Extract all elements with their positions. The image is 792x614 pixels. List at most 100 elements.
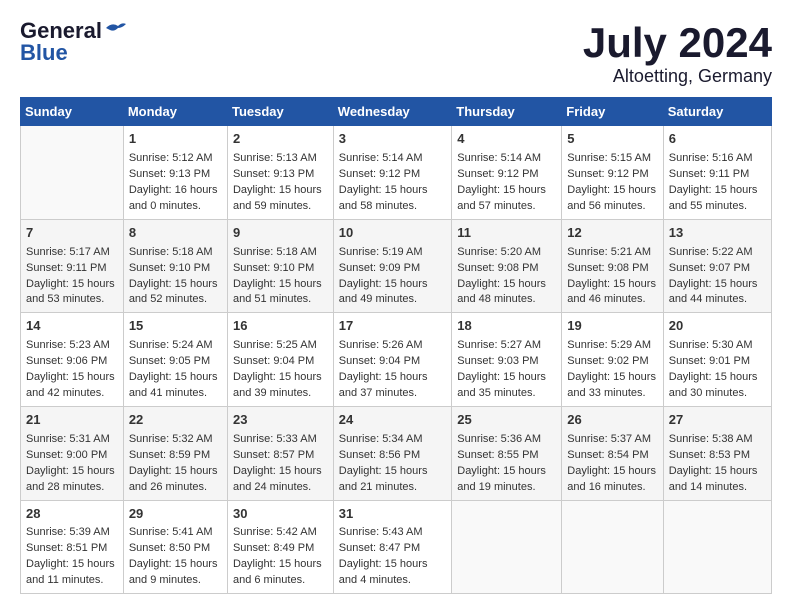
- day-number: 31: [339, 505, 446, 524]
- day-number: 8: [129, 224, 222, 243]
- calendar-cell: [663, 500, 771, 594]
- day-number: 19: [567, 317, 657, 336]
- sunrise-text: Sunrise: 5:32 AM: [129, 432, 222, 448]
- daylight-text: Daylight: 15 hours and 16 minutes.: [567, 464, 657, 496]
- daylight-text: Daylight: 15 hours and 11 minutes.: [26, 557, 118, 589]
- calendar-cell: 14Sunrise: 5:23 AMSunset: 9:06 PMDayligh…: [21, 313, 124, 407]
- sunrise-text: Sunrise: 5:22 AM: [669, 245, 766, 261]
- daylight-text: Daylight: 15 hours and 30 minutes.: [669, 370, 766, 402]
- logo-blue-text: Blue: [20, 42, 68, 64]
- day-number: 6: [669, 130, 766, 149]
- header-tuesday: Tuesday: [227, 98, 333, 126]
- sunset-text: Sunset: 9:10 PM: [129, 261, 222, 277]
- day-number: 12: [567, 224, 657, 243]
- sunset-text: Sunset: 8:55 PM: [457, 448, 556, 464]
- day-number: 10: [339, 224, 446, 243]
- calendar-cell: 13Sunrise: 5:22 AMSunset: 9:07 PMDayligh…: [663, 219, 771, 313]
- sunrise-text: Sunrise: 5:37 AM: [567, 432, 657, 448]
- day-number: 1: [129, 130, 222, 149]
- calendar-cell: 25Sunrise: 5:36 AMSunset: 8:55 PMDayligh…: [452, 406, 562, 500]
- calendar-cell: 23Sunrise: 5:33 AMSunset: 8:57 PMDayligh…: [227, 406, 333, 500]
- calendar-week-row: 7Sunrise: 5:17 AMSunset: 9:11 PMDaylight…: [21, 219, 772, 313]
- calendar-cell: 29Sunrise: 5:41 AMSunset: 8:50 PMDayligh…: [123, 500, 227, 594]
- sunrise-text: Sunrise: 5:31 AM: [26, 432, 118, 448]
- daylight-text: Daylight: 15 hours and 37 minutes.: [339, 370, 446, 402]
- logo-general-text: General: [20, 20, 102, 42]
- calendar-cell: 15Sunrise: 5:24 AMSunset: 9:05 PMDayligh…: [123, 313, 227, 407]
- daylight-text: Daylight: 15 hours and 9 minutes.: [129, 557, 222, 589]
- calendar-cell: 28Sunrise: 5:39 AMSunset: 8:51 PMDayligh…: [21, 500, 124, 594]
- header-saturday: Saturday: [663, 98, 771, 126]
- calendar-cell: 18Sunrise: 5:27 AMSunset: 9:03 PMDayligh…: [452, 313, 562, 407]
- day-number: 3: [339, 130, 446, 149]
- sunset-text: Sunset: 8:59 PM: [129, 448, 222, 464]
- daylight-text: Daylight: 15 hours and 44 minutes.: [669, 277, 766, 309]
- day-number: 13: [669, 224, 766, 243]
- sunrise-text: Sunrise: 5:33 AM: [233, 432, 328, 448]
- daylight-text: Daylight: 15 hours and 59 minutes.: [233, 183, 328, 215]
- day-number: 29: [129, 505, 222, 524]
- calendar-cell: [562, 500, 663, 594]
- sunset-text: Sunset: 9:08 PM: [457, 261, 556, 277]
- sunset-text: Sunset: 9:13 PM: [233, 167, 328, 183]
- daylight-text: Daylight: 15 hours and 51 minutes.: [233, 277, 328, 309]
- calendar-cell: 6Sunrise: 5:16 AMSunset: 9:11 PMDaylight…: [663, 126, 771, 220]
- sunrise-text: Sunrise: 5:30 AM: [669, 338, 766, 354]
- calendar-cell: 16Sunrise: 5:25 AMSunset: 9:04 PMDayligh…: [227, 313, 333, 407]
- calendar-cell: 31Sunrise: 5:43 AMSunset: 8:47 PMDayligh…: [333, 500, 451, 594]
- calendar-cell: 22 Sunrise: 5:32 AMSunset: 8:59 PMDayligh…: [123, 406, 227, 500]
- daylight-text: Daylight: 15 hours and 49 minutes.: [339, 277, 446, 309]
- header-wednesday: Wednesday: [333, 98, 451, 126]
- header-friday: Friday: [562, 98, 663, 126]
- sunrise-text: Sunrise: 5:34 AM: [339, 432, 446, 448]
- calendar-cell: 21Sunrise: 5:31 AMSunset: 9:00 PMDayligh…: [21, 406, 124, 500]
- daylight-text: Daylight: 15 hours and 26 minutes.: [129, 464, 222, 496]
- sunset-text: Sunset: 9:12 PM: [567, 167, 657, 183]
- calendar-cell: 5Sunrise: 5:15 AMSunset: 9:12 PMDaylight…: [562, 126, 663, 220]
- header-sunday: Sunday: [21, 98, 124, 126]
- location-subtitle: Altoetting, Germany: [583, 66, 772, 87]
- day-number: 26: [567, 411, 657, 430]
- sunrise-text: Sunrise: 5:16 AM: [669, 151, 766, 167]
- daylight-text: Daylight: 15 hours and 52 minutes.: [129, 277, 222, 309]
- sunrise-text: Sunrise: 5:12 AM: [129, 151, 222, 167]
- title-block: July 2024 Altoetting, Germany: [583, 20, 772, 87]
- calendar-week-row: 21Sunrise: 5:31 AMSunset: 9:00 PMDayligh…: [21, 406, 772, 500]
- sunset-text: Sunset: 9:00 PM: [26, 448, 118, 464]
- calendar-cell: 2Sunrise: 5:13 AMSunset: 9:13 PMDaylight…: [227, 126, 333, 220]
- daylight-text: Daylight: 15 hours and 42 minutes.: [26, 370, 118, 402]
- sunrise-text: Sunrise: 5:15 AM: [567, 151, 657, 167]
- calendar-cell: 17Sunrise: 5:26 AMSunset: 9:04 PMDayligh…: [333, 313, 451, 407]
- daylight-text: Daylight: 15 hours and 53 minutes.: [26, 277, 118, 309]
- daylight-text: Daylight: 15 hours and 6 minutes.: [233, 557, 328, 589]
- daylight-text: Daylight: 15 hours and 28 minutes.: [26, 464, 118, 496]
- daylight-text: Daylight: 15 hours and 4 minutes.: [339, 557, 446, 589]
- day-number: 24: [339, 411, 446, 430]
- day-number: 27: [669, 411, 766, 430]
- sunrise-text: Sunrise: 5:18 AM: [129, 245, 222, 261]
- daylight-text: Daylight: 15 hours and 41 minutes.: [129, 370, 222, 402]
- calendar-cell: 20Sunrise: 5:30 AMSunset: 9:01 PMDayligh…: [663, 313, 771, 407]
- day-number: 7: [26, 224, 118, 243]
- day-number: 30: [233, 505, 328, 524]
- sunrise-text: Sunrise: 5:20 AM: [457, 245, 556, 261]
- sunrise-text: Sunrise: 5:23 AM: [26, 338, 118, 354]
- day-number: 22: [129, 411, 222, 430]
- day-number: 18: [457, 317, 556, 336]
- sunset-text: Sunset: 8:50 PM: [129, 541, 222, 557]
- calendar-cell: [452, 500, 562, 594]
- calendar-cell: 3Sunrise: 5:14 AMSunset: 9:12 PMDaylight…: [333, 126, 451, 220]
- sunset-text: Sunset: 9:12 PM: [457, 167, 556, 183]
- header-thursday: Thursday: [452, 98, 562, 126]
- sunrise-text: Sunrise: 5:43 AM: [339, 525, 446, 541]
- calendar-header-row: SundayMondayTuesdayWednesdayThursdayFrid…: [21, 98, 772, 126]
- header-monday: Monday: [123, 98, 227, 126]
- daylight-text: Daylight: 15 hours and 56 minutes.: [567, 183, 657, 215]
- daylight-text: Daylight: 15 hours and 48 minutes.: [457, 277, 556, 309]
- sunset-text: Sunset: 9:01 PM: [669, 354, 766, 370]
- sunset-text: Sunset: 9:06 PM: [26, 354, 118, 370]
- calendar-cell: [21, 126, 124, 220]
- day-number: 28: [26, 505, 118, 524]
- day-number: 9: [233, 224, 328, 243]
- sunset-text: Sunset: 9:04 PM: [339, 354, 446, 370]
